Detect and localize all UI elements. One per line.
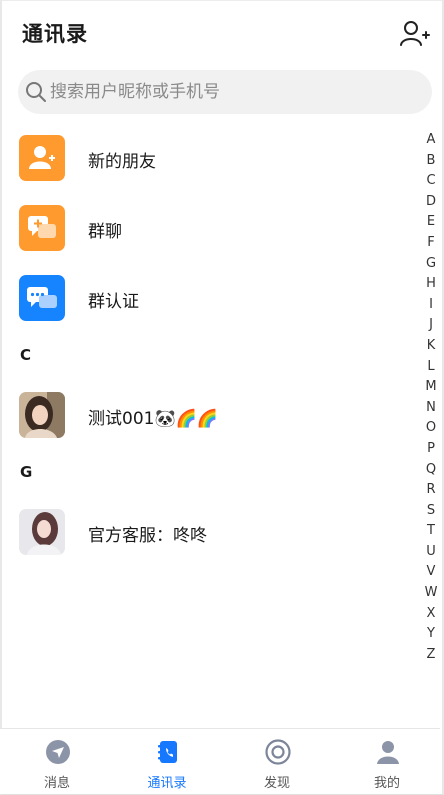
tab-bar: 消息 通讯录 发现 我的 <box>0 728 440 794</box>
index-letter-y[interactable]: Y <box>420 624 442 645</box>
tab-messages-label: 消息 <box>43 776 70 791</box>
index-letter-p[interactable]: P <box>420 439 442 460</box>
page-title: 通讯录 <box>22 22 88 46</box>
index-letter-q[interactable]: Q <box>420 460 442 481</box>
contact-row[interactable]: 官方客服：咚咚 <box>0 502 410 562</box>
search-input[interactable] <box>50 70 420 114</box>
group-auth-entry[interactable]: 群认证 <box>0 268 410 328</box>
index-letter-v[interactable]: V <box>420 562 442 583</box>
message-icon <box>46 740 70 764</box>
group-chat-label: 群聊 <box>88 222 122 242</box>
index-letter-e[interactable]: E <box>420 212 442 233</box>
index-letter-j[interactable]: J <box>420 315 442 336</box>
index-letter-d[interactable]: D <box>420 192 442 213</box>
avatar <box>19 392 65 438</box>
index-letter-u[interactable]: U <box>420 542 442 563</box>
tab-profile-label: 我的 <box>373 776 400 791</box>
discover-icon <box>265 739 291 765</box>
contact-name: 测试001 <box>88 409 155 429</box>
index-letter-t[interactable]: T <box>420 521 442 542</box>
index-letter-z[interactable]: Z <box>420 645 442 666</box>
tab-discover[interactable]: 发现 <box>222 729 332 795</box>
index-letter-x[interactable]: X <box>420 604 442 625</box>
index-letter-o[interactable]: O <box>420 418 442 439</box>
contact-row[interactable]: 测试001🐼🌈🌈 <box>0 385 410 445</box>
profile-icon <box>377 741 399 764</box>
index-letter-s[interactable]: S <box>420 501 442 522</box>
new-friend-label: 新的朋友 <box>88 152 156 172</box>
group-chat-entry[interactable]: 群聊 <box>0 198 410 258</box>
index-letter-a[interactable]: A <box>420 130 442 151</box>
search-bar <box>18 70 432 114</box>
index-letter-i[interactable]: I <box>420 295 442 316</box>
index-letter-f[interactable]: F <box>420 233 442 254</box>
section-header-c: C <box>20 346 32 364</box>
search-icon <box>26 82 46 102</box>
section-header-g: G <box>20 463 33 481</box>
contact-emoji: 🐼🌈🌈 <box>154 409 218 429</box>
contact-name: 官方客服：咚咚 <box>88 526 207 546</box>
add-person-icon[interactable] <box>400 20 430 46</box>
contacts-icon <box>158 741 177 763</box>
group-auth-label: 群认证 <box>88 292 139 312</box>
index-letter-c[interactable]: C <box>420 171 442 192</box>
index-letter-w[interactable]: W <box>420 583 442 604</box>
new-friend-entry[interactable]: 新的朋友 <box>0 128 410 188</box>
tab-messages[interactable]: 消息 <box>2 729 112 795</box>
index-letter-g[interactable]: G <box>420 254 442 275</box>
index-letter-r[interactable]: R <box>420 480 442 501</box>
index-letter-b[interactable]: B <box>420 151 442 172</box>
tab-discover-label: 发现 <box>263 776 290 791</box>
index-letter-h[interactable]: H <box>420 274 442 295</box>
alphabet-index[interactable]: ABCDEFGHIJKLMNOPQRSTUVWXYZ <box>420 130 442 665</box>
tab-profile[interactable]: 我的 <box>332 729 442 795</box>
index-letter-l[interactable]: L <box>420 357 442 378</box>
group-chat-icon <box>19 205 65 251</box>
index-letter-k[interactable]: K <box>420 336 442 357</box>
new-friend-icon <box>19 135 65 181</box>
index-letter-n[interactable]: N <box>420 398 442 419</box>
group-auth-icon <box>19 275 65 321</box>
header: 通讯录 <box>0 0 440 66</box>
index-letter-m[interactable]: M <box>420 377 442 398</box>
contact-name-line: 测试001🐼🌈🌈 <box>88 404 218 429</box>
avatar <box>19 509 65 555</box>
tab-contacts[interactable]: 通讯录 <box>112 729 222 795</box>
tab-contacts-label: 通讯录 <box>147 776 187 791</box>
